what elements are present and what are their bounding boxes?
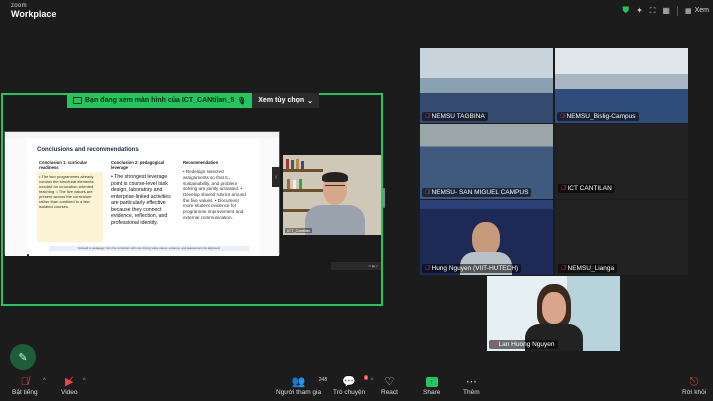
mic-muted-icon: 🎙̸: [20, 376, 29, 388]
zoom-window: zoom Workplace ⛊ ✦ ⛶ ▦ ▦ Xem Bạn đang xe…: [0, 0, 713, 401]
title-divider: [676, 5, 678, 16]
more-icon: ⋯: [465, 376, 477, 388]
participant-tile[interactable]: 🎙̸ NEMSU_Bislig-Campus: [555, 48, 688, 123]
mic-muted-icon: 🎙̸: [561, 265, 566, 272]
participant-label: 🎙̸ NEMSU_Lianga: [558, 264, 618, 273]
title-bar: zoom Workplace ⛊ ✦ ⛶ ▦ ▦ Xem: [0, 0, 713, 24]
share-banner: Bạn đang xem màn hình của ICT_CANtilan_5…: [67, 93, 320, 108]
bookshelf: [283, 189, 323, 192]
mic-icon: 🎙: [237, 97, 247, 105]
powerpoint-window: Conclusions and recommendations Conclusi…: [4, 131, 280, 256]
meeting-toolbar: 🎙̸ Bật tiếng ^ ▶̸ Video ^ 👥 243 Người th…: [0, 372, 713, 401]
participant-label: 🎙̸ ICT CANTILAN: [558, 184, 615, 193]
mic-muted-icon: 🎙̸: [492, 341, 497, 348]
participant-label: 🎙̸ Lan Huong Nguyen: [489, 340, 558, 349]
view-grid-icon: ▦: [684, 7, 692, 15]
zoom-workplace-logo: zoom Workplace: [11, 3, 57, 19]
view-options-dropdown[interactable]: Xem tùy chọn ⌄: [252, 93, 320, 108]
heart-icon: ♡: [384, 376, 395, 388]
presenter-video: ICT_Cantilan: [283, 155, 381, 235]
participant-tile[interactable]: 🎙̸ Hung Nguyen (VIIT-HUTECH): [420, 200, 553, 275]
slide-column-recommendation: Recommendation • Redesign selected assig…: [181, 158, 249, 238]
video-button[interactable]: ▶̸ Video ^: [61, 375, 86, 396]
chevron-up-icon[interactable]: ^: [43, 378, 46, 384]
ppt-view-controls: ▭ ▤ ⤢: [331, 262, 381, 270]
share-button[interactable]: ↑ Share: [423, 375, 440, 396]
slide-title: Conclusions and recommendations: [37, 147, 139, 153]
participant-label: 🎙̸ Hung Nguyen (VIIT-HUTECH): [422, 264, 522, 273]
participants-icon: 👥: [291, 376, 306, 388]
share-banner-message: Bạn đang xem màn hình của ICT_CANtilan_5…: [67, 93, 253, 108]
react-button[interactable]: ♡ React: [381, 375, 398, 396]
shared-screen[interactable]: Bạn đang xem màn hình của ICT_CANtilan_5…: [1, 93, 383, 306]
grid-icon[interactable]: ▦: [662, 6, 670, 15]
chevron-up-icon[interactable]: ^: [370, 378, 373, 384]
participant-label: 🎙̸ NEMSU TAGBINA: [422, 112, 488, 121]
mic-muted-icon: 🎙̸: [425, 113, 430, 120]
participant-label: 🎙̸ NEMSU_Bislig-Campus: [557, 112, 639, 121]
leave-icon: ⎋: [689, 376, 699, 388]
participant-tile[interactable]: 🎙̸ NEMSU TAGBINA: [420, 48, 553, 123]
more-button[interactable]: ⋯ Thêm: [463, 375, 480, 396]
mic-muted-icon: 🎙̸: [425, 189, 430, 196]
participant-tile[interactable]: 🎙̸ NEMSU- SAN MIGUEL CAMPUS: [420, 124, 553, 199]
ppt-left-pane: [5, 138, 27, 256]
glasses: [325, 185, 345, 190]
participant-tile[interactable]: 🎙̸ ICT CANTILAN: [555, 124, 688, 199]
participant-label: 🎙̸ NEMSU- SAN MIGUEL CAMPUS: [422, 188, 532, 197]
sparkle-icon[interactable]: ✦: [636, 6, 643, 15]
slide: Conclusions and recommendations Conclusi…: [29, 138, 259, 256]
security-shield-icon[interactable]: ⛊: [622, 5, 629, 16]
title-bar-controls: ⛊ ✦ ⛶ ▦ ▦ Xem: [622, 5, 709, 16]
mic-muted-icon: 🎙̸: [560, 113, 565, 120]
participant-face: [542, 292, 566, 324]
participant-tile[interactable]: 🎙̸ NEMSU_Lianga: [555, 200, 688, 275]
chevron-up-icon[interactable]: ^: [83, 378, 86, 384]
ppt-right-pane: [257, 138, 279, 256]
chat-button[interactable]: 💬 9 Trò chuyện ^: [333, 375, 373, 396]
bookshelf: [283, 169, 323, 172]
share-screen-icon: ↑: [425, 377, 438, 387]
unmute-button[interactable]: 🎙̸ Bật tiếng ^: [12, 375, 46, 396]
participant-tile[interactable]: 🎙̸ Lan Huong Nguyen: [487, 276, 620, 351]
annotate-pencil-button[interactable]: ✎: [10, 344, 36, 370]
resize-handle[interactable]: [383, 188, 385, 208]
collapse-panel-button[interactable]: ‹: [272, 167, 280, 187]
chevron-up-icon[interactable]: ^: [324, 378, 327, 384]
participants-button[interactable]: 👥 243 Người tham gia ^: [276, 375, 327, 396]
presenter-body: [305, 205, 365, 235]
chevron-down-icon: ⌄: [307, 97, 314, 105]
slide-column-conclusion-1: Conclusion 1: curricular readiness • The…: [37, 158, 103, 243]
chat-icon: 💬: [342, 376, 356, 388]
slide-column-conclusion-2: Conclusion 2: pedagogical leverage • The…: [109, 158, 175, 243]
presenter-hair: [322, 172, 348, 182]
video-off-icon: ▶̸: [65, 376, 74, 388]
screen-share-icon: [73, 97, 82, 104]
view-button[interactable]: ▦ Xem: [685, 7, 709, 15]
mic-muted-icon: 🎙̸: [425, 265, 430, 272]
participant-face: [472, 222, 500, 256]
slide-footer: Forward to pedagogy: from the curriculum…: [49, 246, 249, 251]
fullscreen-icon[interactable]: ⛶: [650, 6, 656, 16]
presenter-name: ICT_Cantilan: [285, 228, 313, 233]
leave-button[interactable]: ⎋ Rời khỏi: [682, 375, 706, 396]
mic-muted-icon: 🎙̸: [561, 185, 566, 192]
chat-badge: 9: [364, 375, 369, 380]
